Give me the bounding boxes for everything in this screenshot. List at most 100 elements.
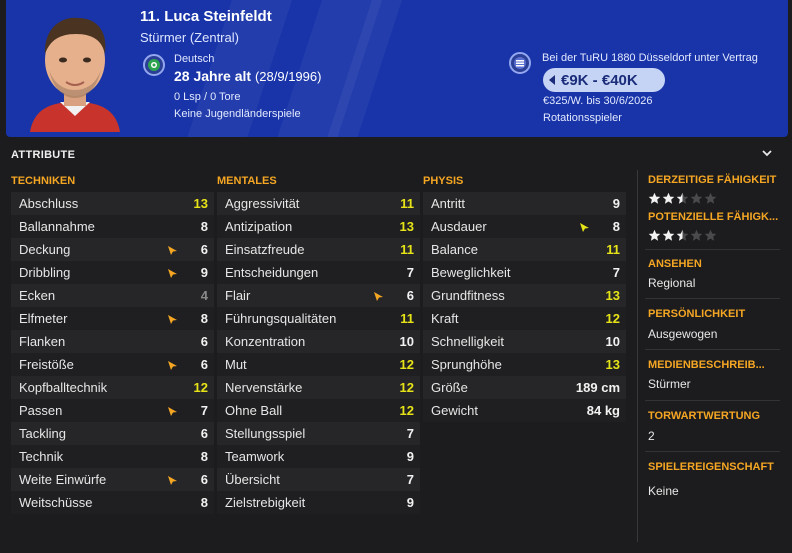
attribute-value: 9 <box>406 449 414 464</box>
attribute-value: 13 <box>399 219 414 234</box>
attribute-row-mut[interactable]: Mut 12 <box>217 353 420 376</box>
attribute-value: 10 <box>605 334 620 349</box>
arrow-up-right-icon <box>167 313 178 324</box>
attribute-value: 11 <box>400 196 414 211</box>
attribute-row-schnelligkeit[interactable]: Schnelligkeit 10 <box>423 330 626 353</box>
attribute-row-ubersicht[interactable]: Übersicht 7 <box>217 468 420 491</box>
attribute-name: Dribbling <box>19 265 71 280</box>
info-value: 84 kg <box>586 403 620 418</box>
attribute-row-fuhrungsqualitaten[interactable]: Führungsqualitäten 11 <box>217 307 420 330</box>
attribute-name: Konzentration <box>225 334 306 349</box>
goalkeeper-rating-label: TORWARTWERTUNG <box>648 410 761 422</box>
arrow-up-right-icon <box>167 405 178 416</box>
arrow-up-right-icon <box>167 359 178 370</box>
attribute-row-passen[interactable]: Passen 7 <box>11 399 214 422</box>
attribute-name: Stellungsspiel <box>225 426 306 441</box>
attribute-row-sprunghohe[interactable]: Sprunghöhe 13 <box>423 353 626 376</box>
attribute-row-weite-einwurfe[interactable]: Weite Einwürfe 6 <box>11 468 214 491</box>
attribute-row-einsatzfreude[interactable]: Einsatzfreude 11 <box>217 238 420 261</box>
attribute-name: Übersicht <box>225 472 280 487</box>
personality-label: PERSÖNLICHKEIT <box>648 308 746 320</box>
attribute-value: 11 <box>400 311 414 326</box>
club-badge-icon[interactable] <box>509 52 531 74</box>
attribute-name: Kraft <box>431 311 459 326</box>
attribute-value: 12 <box>399 380 414 395</box>
attribute-row-grundfitness[interactable]: Grundfitness 13 <box>423 284 626 307</box>
personality-value[interactable]: Ausgewogen <box>648 327 717 341</box>
attribute-row-elfmeter[interactable]: Elfmeter 8 <box>11 307 214 330</box>
attribute-name: Ohne Ball <box>225 403 283 418</box>
physical-attribute-list: Antritt 9 Ausdauer 8 Balance 11 Beweglichkeit 7… <box>423 192 626 422</box>
attribute-row-teamwork[interactable]: Teamwork 9 <box>217 445 420 468</box>
current-ability-stars <box>648 192 717 205</box>
attribute-row-ballannahme[interactable]: Ballannahme 8 <box>11 215 214 238</box>
attribute-row-nervenstarke[interactable]: Nervenstärke 12 <box>217 376 420 399</box>
attribute-row-ecken[interactable]: Ecken 4 <box>11 284 214 307</box>
attribute-row-deckung[interactable]: Deckung 6 <box>11 238 214 261</box>
squad-status: Rotationsspieler <box>543 112 622 124</box>
chevron-down-icon[interactable] <box>762 148 772 158</box>
attribute-row-konzentration[interactable]: Konzentration 10 <box>217 330 420 353</box>
wage-range-pill[interactable]: €9K - €40K <box>543 68 665 92</box>
attribute-name: Antritt <box>431 196 465 211</box>
attribute-value: 8 <box>200 495 208 510</box>
attribute-row-kopfballtechnik[interactable]: Kopfballtechnik 12 <box>11 376 214 399</box>
attribute-name: Zielstrebigkeit <box>225 495 306 510</box>
attribute-name: Nervenstärke <box>225 380 303 395</box>
player-avatar[interactable] <box>16 4 134 132</box>
attribute-value: 9 <box>406 495 414 510</box>
attribute-row-ausdauer[interactable]: Ausdauer 8 <box>423 215 626 238</box>
attribute-name: Elfmeter <box>19 311 68 326</box>
attribute-name: Balance <box>431 242 478 257</box>
potential-ability-label: POTENZIELLE FÄHIGK... <box>648 211 779 223</box>
attribute-value: 8 <box>200 449 208 464</box>
attribute-row-ohne-ball[interactable]: Ohne Ball 12 <box>217 399 420 422</box>
nationality-label: Deutsch <box>174 53 215 65</box>
arrow-up-right-icon <box>167 244 178 255</box>
attribute-value: 7 <box>406 265 414 280</box>
attribute-row-freistosse[interactable]: Freistöße 6 <box>11 353 214 376</box>
attribute-row-aggressivitat[interactable]: Aggressivität 11 <box>217 192 420 215</box>
attribute-name: Ausdauer <box>431 219 487 234</box>
attribute-row-stellungsspiel[interactable]: Stellungsspiel 7 <box>217 422 420 445</box>
attribute-row-kraft[interactable]: Kraft 12 <box>423 307 626 330</box>
attribute-row-antritt[interactable]: Antritt 9 <box>423 192 626 215</box>
arrow-up-right-icon <box>167 474 178 485</box>
side-separator <box>645 451 780 452</box>
attribute-row-weitschusse[interactable]: Weitschüsse 8 <box>11 491 214 514</box>
attribute-row-dribbling[interactable]: Dribbling 9 <box>11 261 214 284</box>
attribute-row-abschluss[interactable]: Abschluss 13 <box>11 192 214 215</box>
attribute-value: 9 <box>612 196 620 211</box>
media-description-value: Stürmer <box>648 377 691 391</box>
attribute-name: Antizipation <box>225 219 293 234</box>
attribute-name: Passen <box>19 403 63 418</box>
star-icon <box>676 192 689 204</box>
side-separator <box>645 400 780 401</box>
attribute-value: 8 <box>612 219 620 234</box>
attribute-row-flair[interactable]: Flair 6 <box>217 284 420 307</box>
side-separator <box>645 349 780 350</box>
club-contract-label[interactable]: Bei der TuRU 1880 Düsseldorf unter Vertr… <box>542 52 758 64</box>
attribute-value: 7 <box>200 403 208 418</box>
attribute-name: Kopfballtechnik <box>19 380 108 395</box>
attribute-row-balance[interactable]: Balance 11 <box>423 238 626 261</box>
arrow-up-right-icon <box>579 221 590 232</box>
attribute-row-entscheidungen[interactable]: Entscheidungen 7 <box>217 261 420 284</box>
attribute-row-technik[interactable]: Technik 8 <box>11 445 214 468</box>
attribute-row-antizipation[interactable]: Antizipation 13 <box>217 215 420 238</box>
attribute-row-tackling[interactable]: Tackling 6 <box>11 422 214 445</box>
attribute-row-flanken[interactable]: Flanken 6 <box>11 330 214 353</box>
international-apps: 0 Lsp / 0 Tore <box>174 91 241 103</box>
attribute-row-zielstrebigkeit[interactable]: Zielstrebigkeit 9 <box>217 491 420 514</box>
nation-flag-icon[interactable] <box>143 54 165 76</box>
attribute-value: 12 <box>399 357 414 372</box>
attribute-row-beweglichkeit[interactable]: Beweglichkeit 7 <box>423 261 626 284</box>
star-icon <box>662 229 675 241</box>
attribute-value: 7 <box>406 472 414 487</box>
attribute-name: Deckung <box>19 242 71 257</box>
wage-range-text: €9K - €40K <box>561 71 638 89</box>
attribute-name: Führungsqualitäten <box>225 311 337 326</box>
player-header: 11. Luca Steinfeldt Stürmer (Zentral) De… <box>6 0 788 137</box>
info-value: 189 cm <box>575 380 620 395</box>
physical-info-row-gewicht: Gewicht 84 kg <box>423 399 626 422</box>
